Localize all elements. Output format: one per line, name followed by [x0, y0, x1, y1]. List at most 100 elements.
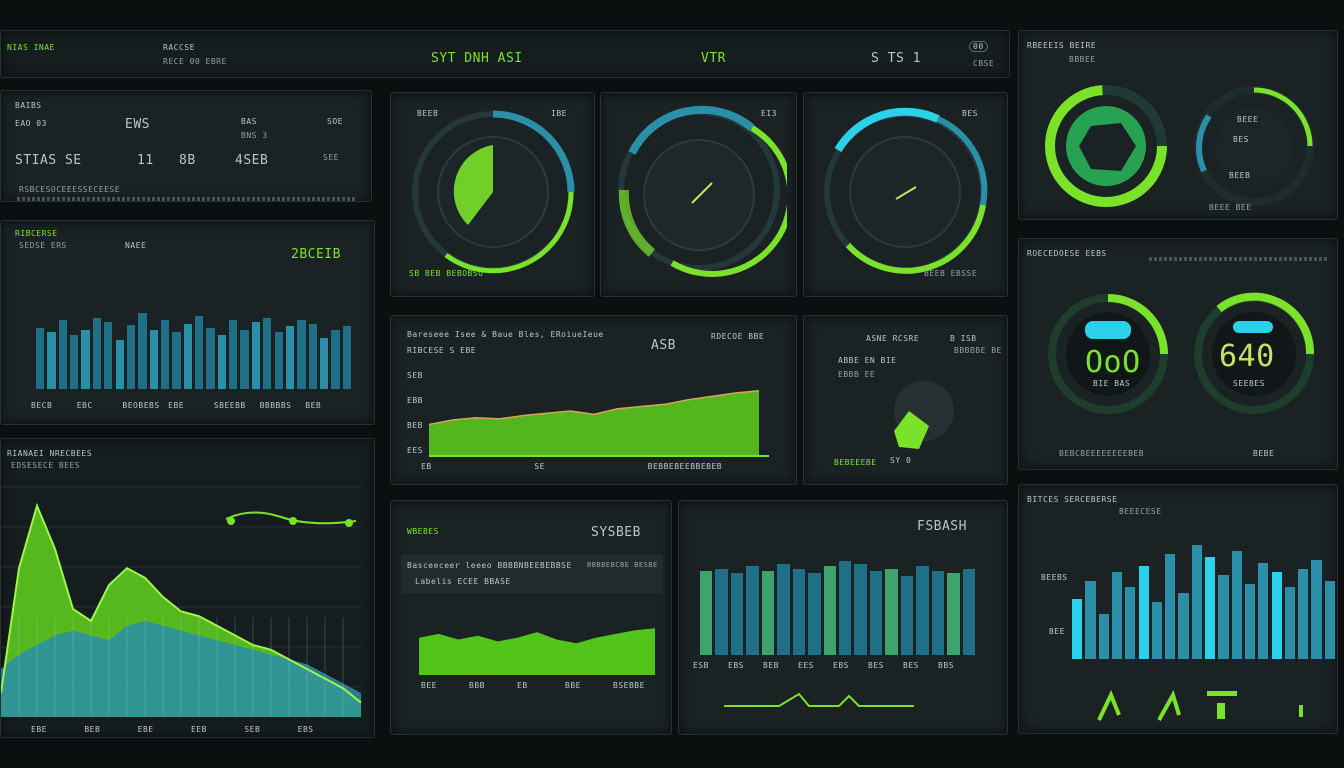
chart-bar	[206, 328, 215, 389]
axis-tick-label: BEB	[305, 401, 322, 410]
chart-bar	[172, 332, 181, 389]
header-badge[interactable]: 00	[969, 41, 988, 52]
stat-sub-2: BNS 3	[241, 131, 268, 140]
stat-value-1: STIAS SE	[15, 153, 82, 168]
bottom-bar-ticks: ESB EBS BEB EES EBS BES BES BBS	[693, 661, 973, 673]
bottom-area-label-a: Basceeceer leeeo BBBBNBEEBEBBSE	[407, 561, 572, 570]
header-badge-sub: CBSE	[973, 59, 995, 68]
axis-tick-label: BEE	[421, 681, 437, 690]
chart-bar	[1178, 593, 1189, 659]
header-center-mid[interactable]: VTR	[701, 51, 726, 66]
chart-bar	[160, 320, 170, 389]
right-mid-footer: BEBCBEEEEEEEEBEB	[1059, 449, 1145, 458]
header-center-right[interactable]: S TS 1	[871, 51, 921, 66]
right-bottom-markers	[1097, 689, 1303, 721]
chart-bar	[70, 335, 79, 389]
bottom-bar-plot	[699, 559, 977, 655]
chart-bar	[1258, 563, 1269, 659]
stat-value-3: 8B	[179, 153, 196, 168]
axis-tick-label: EBS	[297, 725, 314, 734]
bar-chart-subtitle: SEDSE ERS	[19, 241, 67, 250]
chart-bar	[746, 566, 759, 655]
axis-tick-label: EBS	[728, 661, 744, 670]
bottom-area-ticks: BEE BBB EB BBE BSEBBE	[421, 681, 661, 693]
gauge-1	[412, 110, 575, 274]
chart-bar	[715, 568, 728, 655]
chart-bar	[149, 330, 158, 389]
axis-tick-label: BES	[868, 661, 884, 670]
chart-bar	[839, 561, 852, 655]
app-title: NIAS INAE	[7, 43, 55, 52]
status-footer-value: SY 0	[890, 456, 912, 465]
axis-tick-label: EBS	[833, 661, 849, 670]
trend-plot	[429, 390, 769, 457]
gauge-2	[618, 105, 787, 277]
axis-tick-label: EES	[798, 661, 814, 670]
stat-value-5: SEE	[323, 153, 339, 162]
chart-bar	[869, 571, 883, 655]
bar-chart-mid: NAEE	[125, 241, 147, 250]
chart-bar	[1165, 554, 1176, 659]
bottom-bar-value: FSBASH	[917, 519, 967, 534]
chart-bar	[947, 573, 960, 655]
axis-tick-label: BSEBBE	[613, 681, 645, 690]
trend-title: Bareseee Isee & Baue Bles, ERoiueIeue	[407, 330, 604, 339]
bar-chart-value: 2BCEIB	[291, 247, 341, 262]
stat-label-3: BAS	[241, 117, 257, 126]
right-top-label-4: BEEE BEE	[1209, 203, 1252, 212]
bottom-area-label-b: Labelis ECEE BBASE	[415, 577, 511, 586]
chart-bar	[58, 320, 68, 389]
chart-bar	[1205, 557, 1216, 659]
chart-bar	[1298, 569, 1309, 659]
right-donut-1	[1045, 85, 1167, 207]
axis-tick-label: BES	[903, 661, 919, 670]
bottom-bar-trend-icon	[724, 692, 914, 707]
header-center-left[interactable]: SYT DNH ASI	[431, 51, 523, 66]
chart-bar	[92, 318, 102, 389]
right-bottom-title: BITCES SERCEBERSE	[1027, 495, 1118, 504]
gauge-panel-1: BEEB IBE SB BEB BEBOBSO	[390, 92, 595, 297]
stat-sub-1: EAO 03	[15, 119, 47, 128]
chart-bar	[319, 338, 329, 389]
right-bottom-sub: BEEECESE	[1119, 507, 1162, 516]
chart-bar	[331, 330, 340, 389]
stat-label-2: EWS	[125, 117, 150, 132]
chart-bar	[36, 328, 45, 389]
right-bottom-panel: BITCES SERCEBERSE BEEECESE BEEBS BEE	[1018, 484, 1338, 734]
chart-bar	[251, 322, 261, 389]
stat-label-1: BAIBS	[15, 101, 42, 110]
chart-bar	[1151, 602, 1163, 659]
chart-bar	[808, 573, 821, 655]
stats-footer: RSBCESOCEEESSECEESE	[19, 185, 121, 194]
chart-bar	[1111, 572, 1123, 659]
gauge-1-foot: SB BEB BEBOBSO	[409, 269, 484, 278]
trend-right-label: RDECOE BBE	[711, 332, 765, 341]
right-top-label-3: BEEB	[1229, 171, 1251, 180]
right-mid-panel: ROECEDOESE EEBS OoO BIE BAS 640 SEEBES B…	[1018, 238, 1338, 470]
status-sub: BBBBBE BE	[954, 346, 1002, 355]
axis-tick-label: BECB	[31, 401, 53, 410]
axis-tick-label: EBE	[137, 725, 154, 734]
bottom-bar-panel: FSBASH ESB EBS BEB EES EBS BES BES BBS	[678, 500, 1008, 735]
chart-bar	[47, 332, 56, 389]
stat-value-2: 11	[137, 153, 154, 168]
bottom-area-header: Basceeceer leeeo BBBBNBEEBEBBSE BBBBEBCB…	[401, 555, 663, 593]
right-bottom-label-b: BEE	[1049, 627, 1065, 636]
right-mid-title: ROECEDOESE EEBS	[1027, 249, 1107, 258]
trend-area	[429, 390, 759, 456]
status-title: ASNE RCSRE	[866, 334, 920, 343]
chart-bar	[81, 330, 90, 389]
axis-tick-label: BEB	[763, 661, 779, 670]
chart-bar	[1072, 599, 1083, 659]
bar-chart-panel: RIBCERSE SEDSE ERS NAEE 2BCEIB BECB EBC BE…	[0, 220, 375, 425]
stat-value-4: 4SEB	[235, 153, 269, 168]
axis-tick-label: BBS	[938, 661, 954, 670]
chart-bar	[1284, 587, 1296, 659]
right-mid-divider	[1149, 257, 1329, 261]
axis-tick-label: BEB	[407, 421, 423, 430]
chart-bar	[1191, 545, 1202, 659]
bar-chart-plot	[35, 291, 353, 389]
area-chart-title: RIANAEI NRECBEES	[7, 449, 93, 458]
chart-bar	[183, 324, 192, 389]
chart-bar	[700, 571, 713, 655]
